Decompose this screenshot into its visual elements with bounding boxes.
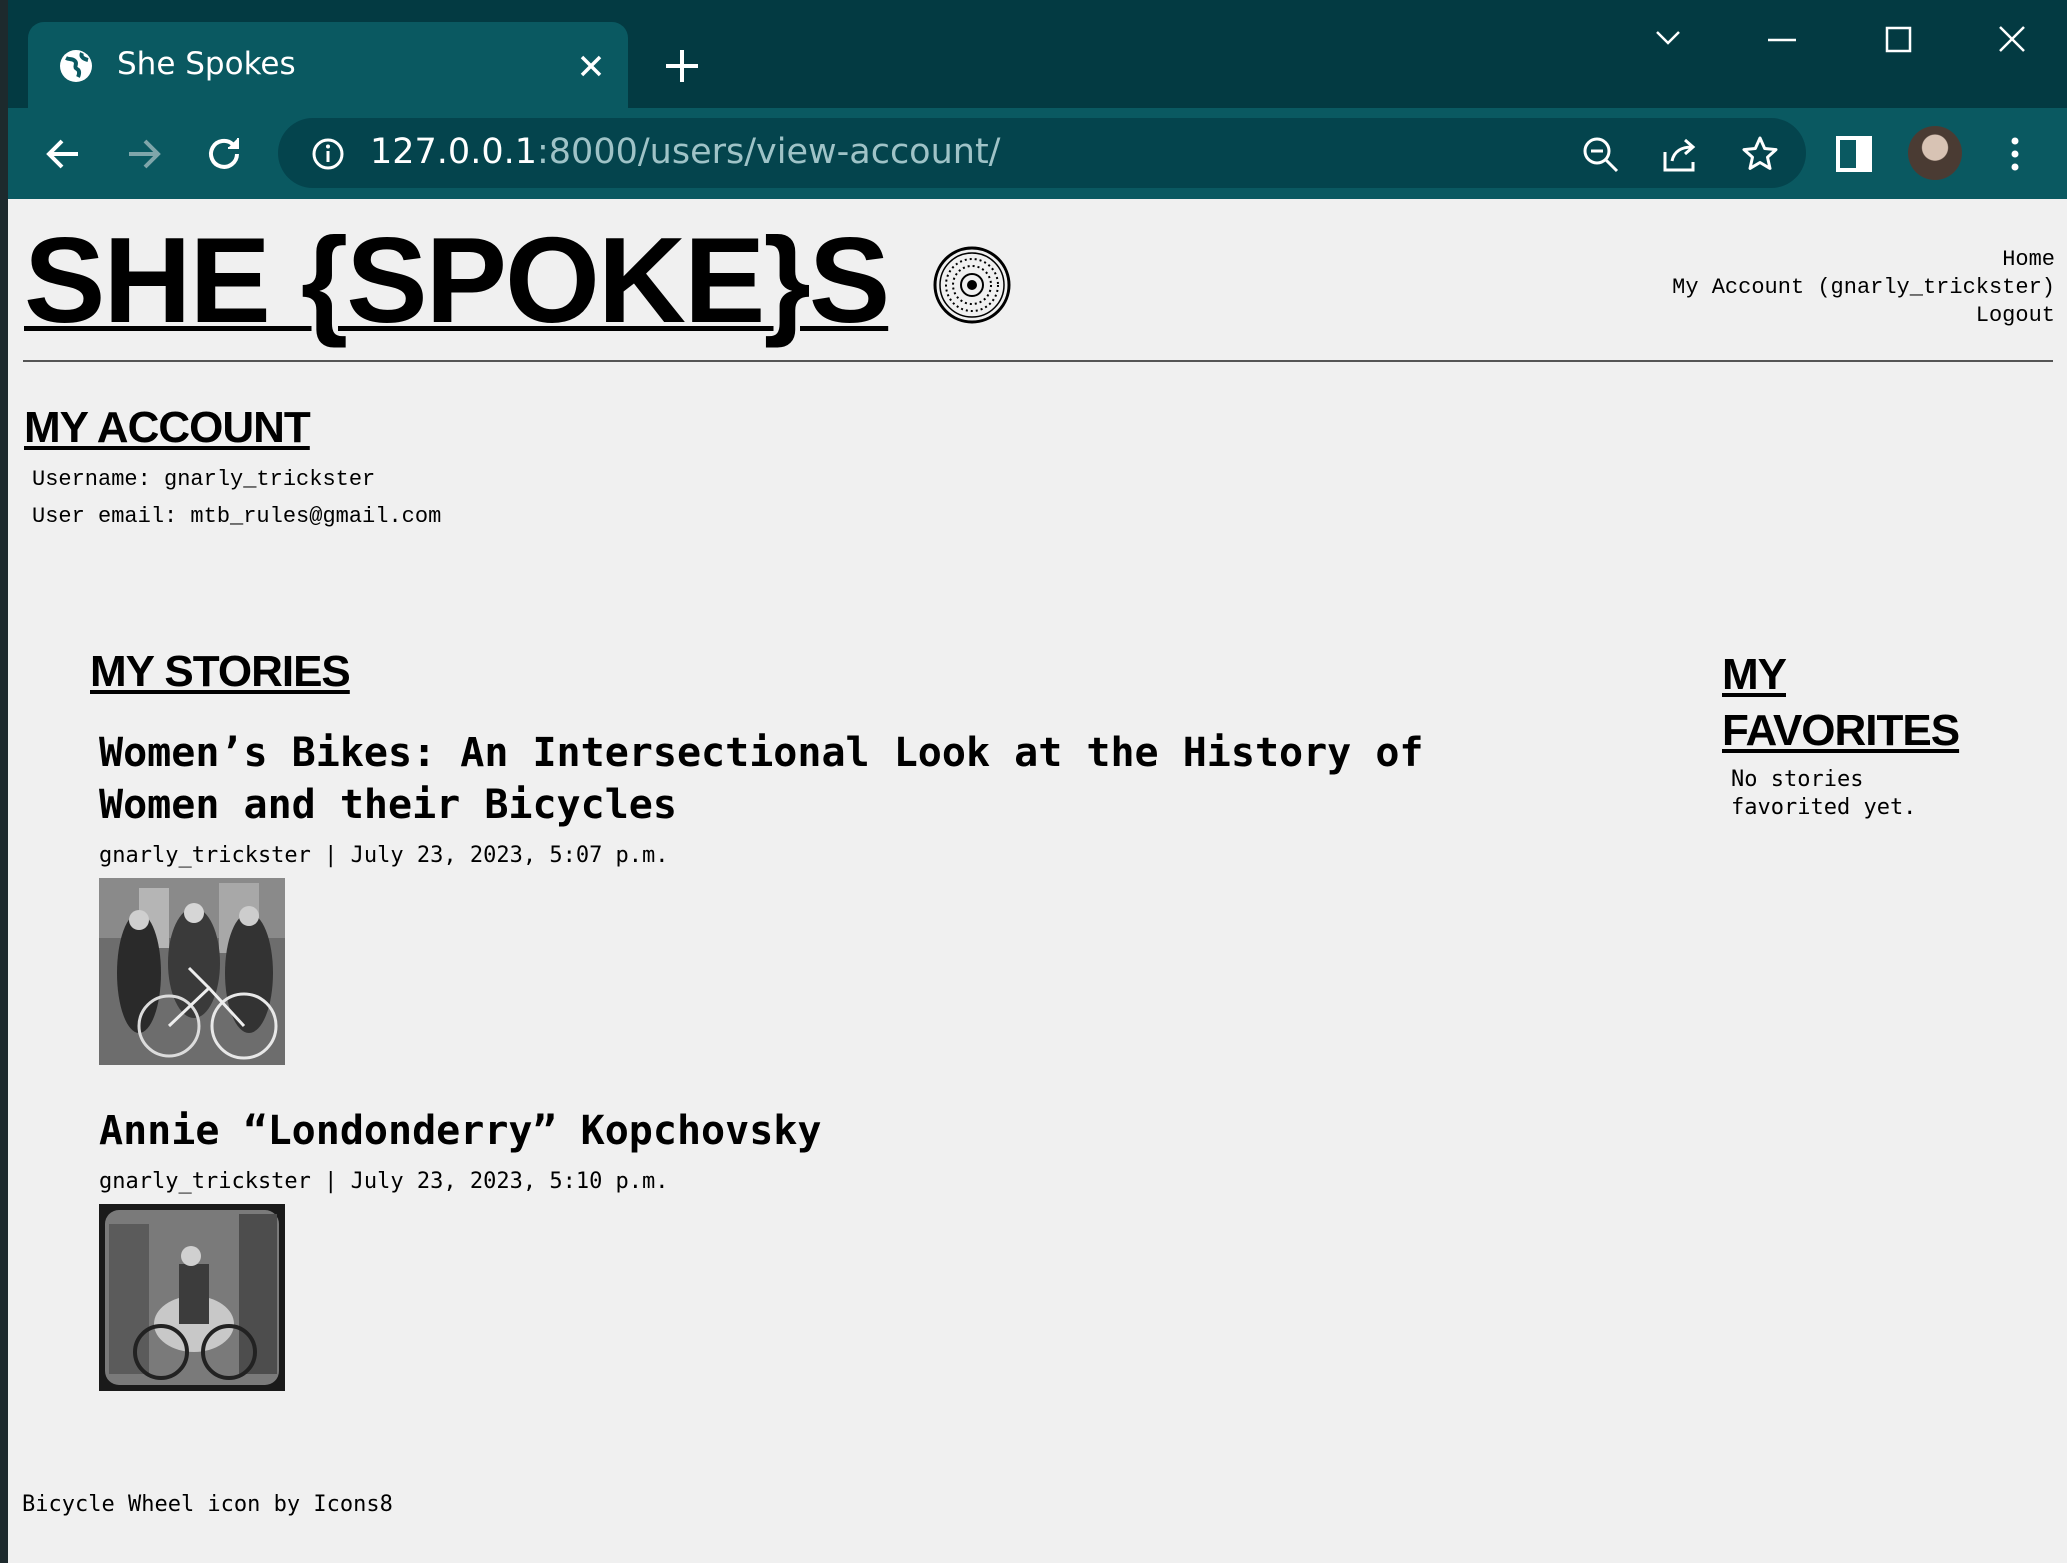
side-panel-icon[interactable] — [1832, 132, 1876, 176]
minimize-icon[interactable] — [1752, 20, 1812, 60]
my-account-heading: MY ACCOUNT — [24, 403, 311, 452]
story-thumbnail[interactable] — [99, 1204, 285, 1391]
account-info: Username: gnarly_trickster User email: m… — [32, 461, 441, 535]
nav-my-account-link[interactable]: My Account (gnarly_trickster) — [1672, 274, 2055, 302]
menu-dots-icon[interactable] — [1993, 132, 2037, 176]
reload-icon[interactable] — [202, 132, 246, 176]
story-item: Women’s Bikes: An Intersectional Look at… — [99, 727, 1499, 1065]
close-window-icon[interactable] — [1982, 20, 2042, 60]
story-thumbnail[interactable] — [99, 878, 285, 1065]
nav-logout-link[interactable]: Logout — [1672, 302, 2055, 330]
story-meta: gnarly_trickster | July 23, 2023, 5:07 p… — [99, 843, 669, 868]
url-text[interactable]: 127.0.0.1:8000/users/view-account/ — [370, 132, 1000, 172]
globe-icon — [58, 48, 94, 84]
zoom-icon[interactable] — [1580, 134, 1620, 174]
browser-chrome: She Spokes 127.0.0.1:8000/users/view-acc… — [0, 0, 2067, 199]
nav-home-link[interactable]: Home — [1672, 246, 2055, 274]
site-nav: Home My Account (gnarly_trickster) Logou… — [1672, 246, 2055, 330]
bookmark-star-icon[interactable] — [1740, 134, 1780, 174]
site-logo[interactable]: SHE {SPOKE}S — [24, 219, 890, 341]
site-info-icon[interactable] — [308, 134, 348, 174]
forward-icon[interactable] — [121, 132, 165, 176]
url-host: 127.0.0.1 — [370, 132, 537, 172]
story-meta: gnarly_trickster | July 23, 2023, 5:10 p… — [99, 1169, 669, 1194]
footer-credit[interactable]: Bicycle Wheel icon by Icons8 — [22, 1492, 393, 1517]
story-item: Annie “Londonderry” Kopchovsky gnarly_tr… — [99, 1105, 1499, 1391]
username-line: Username: gnarly_trickster — [32, 467, 376, 492]
browser-toolbar: 127.0.0.1:8000/users/view-account/ — [8, 108, 2067, 199]
maximize-icon[interactable] — [1868, 20, 1928, 60]
header-divider — [23, 360, 2053, 362]
my-stories-heading: MY STORIES — [90, 647, 351, 696]
address-bar[interactable]: 127.0.0.1:8000/users/view-account/ — [278, 118, 1806, 188]
tab-title: She Spokes — [117, 46, 296, 82]
back-icon[interactable] — [42, 132, 86, 176]
tab-search-icon[interactable] — [1638, 20, 1698, 60]
close-tab-icon[interactable] — [573, 48, 609, 84]
favorites-empty-text: No stories favorited yet. — [1731, 767, 1917, 820]
bicycle-wheel-icon — [932, 245, 1012, 325]
share-icon[interactable] — [1660, 134, 1700, 174]
story-title-link[interactable]: Women’s Bikes: An Intersectional Look at… — [99, 727, 1499, 831]
new-tab-icon[interactable] — [660, 44, 704, 88]
story-title-link[interactable]: Annie “Londonderry” Kopchovsky — [99, 1105, 1499, 1157]
window-edge — [0, 0, 8, 1563]
profile-avatar[interactable] — [1908, 126, 1962, 180]
web-page: SHE {SPOKE}S Home My Account (gnarly_tri… — [8, 199, 2067, 1563]
browser-tab[interactable]: She Spokes — [28, 22, 628, 108]
email-line: User email: mtb_rules@gmail.com — [32, 504, 442, 529]
url-path: :8000/users/view-account/ — [537, 132, 1001, 172]
my-favorites-heading: MY FAVORITES — [1722, 650, 1960, 755]
